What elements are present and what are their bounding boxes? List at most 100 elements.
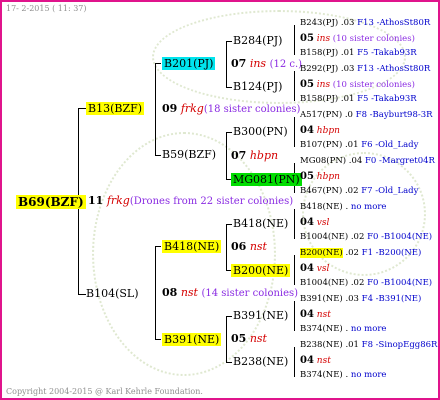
drone-code: hbpn [249,149,279,162]
ancestor-row: B1004(NE) .02 F0 -B1004(NE) [300,233,432,242]
queen-node[interactable]: MG081(PN) [231,173,302,186]
drone-code: nst [313,356,331,366]
pedigree-info: F1 -B200(NE) [361,248,422,258]
queen-node[interactable]: B104(SL) [86,288,139,299]
drone-desc: (18 sister colonies) [203,104,301,115]
queen-node[interactable]: B158(PJ) [300,48,338,58]
ancestor-row: MG08(PN) .04 F0 -Margret04R [300,157,435,166]
ancestor-row: B391(NE) .03 F4 -B391(NE) [300,295,421,304]
ancestor-row: B467(PN) .02 F7 -Old_Lady [300,187,418,196]
connector-line [294,301,295,331]
queen-node[interactable]: B418(NE) [300,202,343,212]
queen-node[interactable]: B201(PJ) [162,57,216,70]
drone-info: 05 hbpn [300,172,340,182]
generation-number: .02 [342,186,362,196]
pedigree-info: F6 -Old_Lady [361,140,419,150]
drone-info: 05 ins (10 sister colonies) [300,80,415,90]
ancestor-row: B238(NE) .01 F8 -SinopEgg86R [300,341,437,350]
connector-line [294,347,295,377]
generation-number: .01 [342,340,362,350]
drone-info: 04 hbpn [300,126,340,136]
generation-number: .0 [342,110,356,120]
drone-desc: (Drones from 22 sister colonies) [129,196,294,207]
drone-count: 04 [300,217,314,228]
drone-count: 04 [300,125,314,136]
pedigree-info: F13 -AthosSt80R [357,18,431,28]
ancestor-row: B292(PJ) .03 F13 -AthosSt80R [300,65,430,74]
connector-line [226,132,232,133]
pedigree-info: F0 -Margret04R [365,156,435,166]
drone-info: 07 ins (12 c.) [231,58,302,70]
drone-code: frkg [106,194,130,207]
queen-node[interactable]: B292(PJ) [300,64,338,74]
queen-node[interactable]: B238(NE) [300,340,343,350]
drone-info: 04 nst [300,310,331,320]
connector-line [226,316,232,317]
copyright-footer: Copyright 2004-2015 @ Karl Kehrle Founda… [6,387,203,396]
connector-line [155,246,161,247]
generation-number: .04 [346,156,366,166]
queen-node[interactable]: B391(NE) [162,333,222,346]
drone-count: 09 [162,102,178,115]
drone-count: 06 [231,240,247,253]
ancestor-row: B107(PN) .01 F6 -Old_Lady [300,141,418,150]
root-queen[interactable]: B69(BZF) [16,195,86,209]
pedigree-info: no more [350,202,387,212]
generation-number: .03 [342,294,362,304]
drone-count: 07 [231,57,247,70]
drone-info: 07 hbpn [231,150,278,161]
queen-node[interactable]: B1004(NE) [300,232,348,242]
queen-node[interactable]: B374(NE) [300,324,343,334]
drone-count: 08 [162,286,178,299]
queen-node[interactable]: B418(NE) [233,218,288,229]
queen-node[interactable]: B284(PJ) [233,35,282,46]
connector-line [78,108,86,109]
drone-count: 04 [300,263,314,274]
connector-line [226,224,232,225]
queen-node[interactable]: B418(NE) [162,240,222,253]
queen-node[interactable]: B243(PJ) [300,18,338,28]
drone-count: 05 [300,171,314,182]
queen-node[interactable]: B300(PN) [233,126,288,137]
generation-number: .03 [338,64,358,74]
queen-node[interactable]: B59(BZF) [162,149,216,160]
drone-count: 04 [300,355,314,366]
queen-node[interactable]: B1004(NE) [300,278,348,288]
drone-info: 11 frkg(Drones from 22 sister colonies) [88,195,293,207]
queen-node[interactable]: B158(PJ) [300,94,338,104]
connector-line [155,155,161,156]
connector-line [226,41,227,87]
connector-line [155,246,156,339]
connector-line [226,224,227,270]
queen-node[interactable]: B374(NE) [300,370,343,380]
queen-node[interactable]: B200(NE) [300,248,343,258]
drone-count: 04 [300,309,314,320]
queen-node[interactable]: B467(PN) [300,186,342,196]
queen-node[interactable]: B238(NE) [233,356,288,367]
drone-code: nst [249,332,267,345]
queen-node[interactable]: B124(PJ) [233,81,282,92]
drone-count: 05 [231,332,247,345]
drone-info: 04 vsl [300,264,329,274]
pedigree-info: F5 -Takab93R [357,48,417,58]
queen-node[interactable]: MG08(PN) [300,156,346,166]
connector-line [294,71,295,101]
ancestor-row: B374(NE) . no more [300,325,386,334]
drone-code: frkg [180,102,204,115]
drone-code: nst [180,286,198,299]
connector-line [155,339,161,340]
drone-info: 09 frkg(18 sister colonies) [162,103,300,115]
generation-number: . [342,324,351,334]
queen-node[interactable]: B391(NE) [300,294,343,304]
queen-node[interactable]: B391(NE) [233,310,288,321]
drone-code: ins [313,80,331,90]
connector-line [155,63,161,64]
drone-info: 05 ins (10 sister colonies) [300,34,415,44]
pedigree-info: F0 -B1004(NE) [367,278,433,288]
pedigree-info: F8 -Bayburt98-3R [355,110,433,120]
queen-node[interactable]: A517(PN) [300,110,342,120]
queen-node[interactable]: B13(BZF) [86,102,145,115]
queen-node[interactable]: B200(NE) [231,264,291,277]
queen-node[interactable]: B107(PN) [300,140,342,150]
pedigree-info: F0 -B1004(NE) [367,232,433,242]
